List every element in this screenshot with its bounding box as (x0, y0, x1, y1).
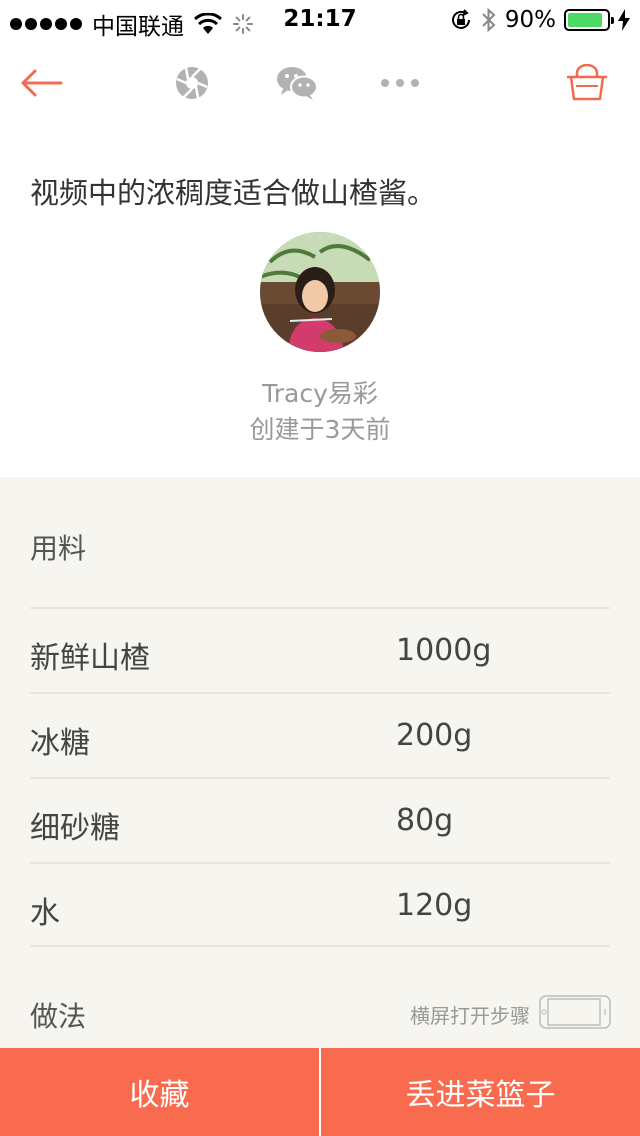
ingredient-name: 新鲜山楂 (30, 641, 150, 676)
battery-percent: 90% (504, 7, 556, 33)
ingredient-name: 冰糖 (30, 726, 90, 761)
charging-bolt-icon (618, 9, 630, 31)
ingredient-row: 新鲜山楂 1000g (30, 607, 610, 692)
ingredients-section: 用料 新鲜山楂 1000g 冰糖 200g 细砂糖 80g 水 120g 做法 横屏打开步骤 (0, 477, 640, 1048)
created-time: 创建于3天前 (249, 415, 391, 444)
ingredients-list: 新鲜山楂 1000g 冰糖 200g 细砂糖 80g 水 120g (30, 607, 610, 947)
avatar-photo (260, 232, 380, 352)
basket-icon (566, 64, 608, 101)
recipe-header: 视频中的浓稠度适合做山楂酱。 Tracy易彩 创建于3天前 (0, 128, 640, 477)
back-arrow-icon (21, 69, 63, 97)
steps-title: 做法 (30, 1000, 87, 1033)
status-bar: 中国联通 21:17 90% (0, 0, 640, 40)
status-left: 中国联通 (10, 7, 254, 41)
aperture-icon (176, 67, 208, 99)
shutter-button[interactable] (169, 60, 215, 106)
author-name[interactable]: Tracy易彩 (0, 374, 640, 410)
share-wechat-button[interactable] (274, 60, 320, 106)
bluetooth-icon (482, 7, 496, 33)
ingredient-name: 细砂糖 (30, 811, 120, 846)
more-button[interactable] (377, 60, 423, 106)
more-icon (381, 79, 419, 87)
ingredient-name: 水 (30, 896, 60, 931)
add-to-basket-button[interactable]: 丢进菜篮子 (321, 1048, 640, 1136)
carrier-label: 中国联通 (92, 14, 184, 40)
nav-bar (0, 40, 640, 128)
favorite-button[interactable]: 收藏 (0, 1048, 319, 1136)
bottom-action-bar: 收藏 丢进菜篮子 (0, 1048, 640, 1136)
ingredient-amount: 200g (396, 718, 473, 753)
ingredient-amount: 1000g (396, 633, 492, 668)
loading-spinner-icon (233, 14, 253, 34)
phone-landscape-icon[interactable] (539, 995, 611, 1029)
signal-strength-icon (10, 18, 82, 30)
wifi-icon (194, 13, 222, 34)
ingredient-row: 冰糖 200g (30, 692, 610, 777)
ingredient-amount: 80g (396, 803, 454, 838)
rotation-lock-icon (451, 9, 470, 29)
back-button[interactable] (18, 60, 64, 106)
status-right: 90% (441, 7, 630, 33)
landscape-hint[interactable]: 横屏打开步骤 (410, 1000, 530, 1029)
basket-button[interactable] (564, 60, 610, 106)
ingredient-row: 水 120g (30, 862, 610, 947)
ingredient-row: 细砂糖 80g (30, 777, 610, 862)
battery-icon (564, 9, 614, 31)
ingredients-title: 用料 (30, 532, 87, 565)
author-avatar[interactable] (260, 232, 380, 352)
ingredient-amount: 120g (396, 888, 473, 923)
recipe-description: 视频中的浓稠度适合做山楂酱。 (30, 176, 437, 210)
wechat-icon (277, 67, 318, 100)
